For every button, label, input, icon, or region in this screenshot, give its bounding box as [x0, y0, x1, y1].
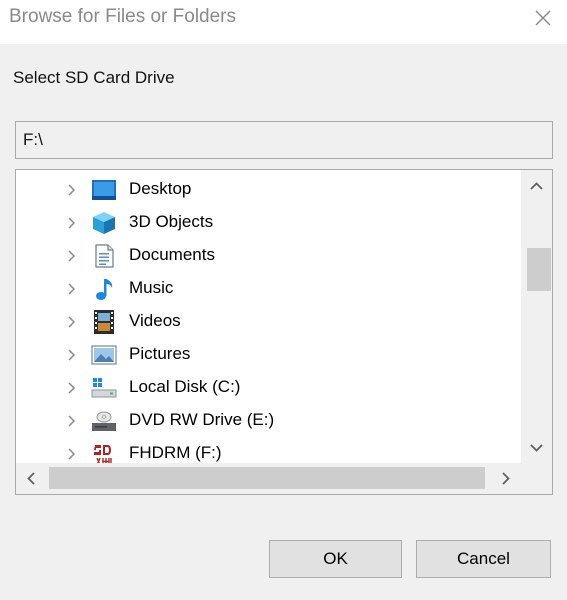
- scroll-up-button[interactable]: [521, 170, 552, 203]
- chevron-left-icon: [27, 472, 35, 485]
- close-icon: [535, 10, 551, 26]
- scroll-left-button[interactable]: [16, 463, 47, 494]
- scroll-down-button[interactable]: [521, 432, 552, 463]
- tree-item-label: Videos: [129, 311, 181, 330]
- chevron-down-icon: [530, 444, 543, 452]
- chevron-right-icon[interactable]: [67, 414, 77, 428]
- ok-button[interactable]: OK: [269, 540, 402, 578]
- vertical-scrollbar[interactable]: [521, 170, 552, 463]
- tree-item-label: Desktop: [129, 179, 192, 198]
- folder-tree: Desktop 3D Objects Documents Music Video…: [15, 169, 553, 495]
- tree-item-label: FHDRM (F:): [129, 443, 222, 462]
- title-bar: Browse for Files or Folders: [0, 0, 567, 44]
- tree-item-local-disk-c[interactable]: Local Disk (C:): [16, 371, 521, 404]
- scrollbar-corner: [521, 463, 552, 494]
- instruction-label: Select SD Card Drive: [13, 68, 175, 87]
- chevron-up-icon: [530, 182, 543, 190]
- tree-item-pictures[interactable]: Pictures: [16, 338, 521, 371]
- chevron-right-icon[interactable]: [67, 282, 77, 296]
- chevron-right-icon[interactable]: [67, 381, 77, 395]
- horizontal-scrollbar[interactable]: [16, 463, 521, 494]
- horizontal-scroll-thumb[interactable]: [49, 467, 485, 489]
- tree-item-label: 3D Objects: [129, 212, 214, 231]
- music-note-icon: [96, 279, 113, 300]
- tree-item-label: Music: [129, 278, 174, 297]
- desktop-icon: [92, 180, 116, 200]
- chevron-right-icon[interactable]: [67, 447, 77, 461]
- tree-item-videos[interactable]: Videos: [16, 305, 521, 338]
- chevron-right-icon[interactable]: [67, 249, 77, 263]
- chevron-right-icon[interactable]: [67, 183, 77, 197]
- chevron-right-icon: [502, 472, 510, 485]
- scroll-right-button[interactable]: [490, 463, 521, 494]
- chevron-right-icon[interactable]: [67, 348, 77, 362]
- window-title: Browse for Files or Folders: [9, 6, 237, 27]
- film-icon: [94, 310, 114, 334]
- dvd-drive-icon: [92, 411, 116, 431]
- chevron-right-icon[interactable]: [67, 315, 77, 329]
- tree-item-label: Local Disk (C:): [129, 377, 241, 396]
- chevron-right-icon[interactable]: [67, 216, 77, 230]
- tree-item-desktop[interactable]: Desktop: [16, 173, 521, 206]
- tree-item-label: Pictures: [129, 344, 191, 363]
- tree-item-label: Documents: [129, 245, 215, 264]
- path-input[interactable]: [15, 121, 553, 159]
- document-icon: [95, 244, 114, 268]
- tree-item-music[interactable]: Music: [16, 272, 521, 305]
- cube-icon: [93, 212, 115, 234]
- picture-icon: [91, 345, 117, 365]
- tree-item-label: DVD RW Drive (E:): [129, 410, 275, 429]
- tree-item-3d-objects[interactable]: 3D Objects: [16, 206, 521, 239]
- local-disk-icon: [91, 378, 117, 398]
- tree-item-documents[interactable]: Documents: [16, 239, 521, 272]
- vertical-scroll-thumb[interactable]: [527, 248, 551, 291]
- tree-item-dvd-rw-drive-e[interactable]: DVD RW Drive (E:): [16, 404, 521, 437]
- close-button[interactable]: [528, 4, 558, 32]
- cancel-button[interactable]: Cancel: [416, 540, 551, 578]
